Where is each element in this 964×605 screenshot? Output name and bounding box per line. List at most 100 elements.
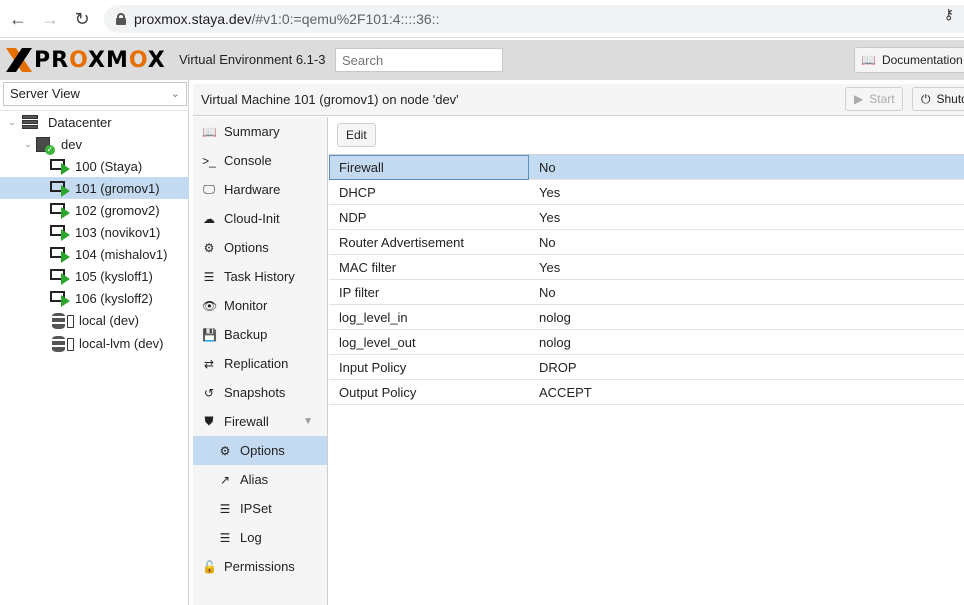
nav-item-label: Options — [240, 443, 285, 458]
option-value: Yes — [539, 184, 561, 200]
nav-item-label: Monitor — [224, 298, 268, 313]
desktop-icon: 🖵 — [203, 182, 215, 196]
logo-text: PROXMOX — [34, 47, 166, 73]
app-header: PROXMOX Virtual Environment 6.1-3 📖 Docu… — [0, 40, 964, 80]
gear-icon: ⚙ — [219, 443, 231, 458]
edit-button[interactable]: Edit — [337, 123, 376, 147]
nav-item-console[interactable]: >_ Console — [193, 146, 327, 175]
option-value: ACCEPT — [539, 384, 592, 400]
nav-item-label: IPSet — [240, 501, 272, 516]
reload-icon[interactable]: ↻ — [70, 7, 94, 31]
tree-item-label: local-lvm (dev) — [79, 336, 164, 351]
nav-item-options[interactable]: ⚙ Options — [193, 233, 327, 262]
nav-item-monitor[interactable]: 👁 Monitor — [193, 291, 327, 320]
firewall-options-panel: Edit Firewall No DHCP Yes NDP Yes Router Adver… — [329, 117, 964, 605]
play-icon: ▶ — [854, 92, 864, 106]
nav-item-backup[interactable]: 💾 Backup — [193, 320, 327, 349]
grid-row[interactable]: DHCP Yes — [329, 180, 964, 205]
edit-label: Edit — [346, 128, 367, 142]
eye-icon: 👁 — [202, 298, 218, 313]
url-text: proxmox.staya.dev/#v1:0:=qemu%2F101:4:::… — [134, 11, 439, 27]
start-button[interactable]: ▶ Start — [845, 87, 903, 111]
chevron-down-icon: ⌄ — [170, 88, 180, 100]
caret-down-icon[interactable]: ▼ — [303, 416, 313, 427]
tree-item-vm[interactable]: 103 (novikov1) — [0, 221, 189, 243]
view-select[interactable]: Server View ⌄ — [3, 82, 187, 106]
grid-row[interactable]: log_level_in nolog — [329, 305, 964, 330]
history-icon: ↺ — [203, 385, 215, 400]
forward-arrow-icon[interactable]: → — [38, 7, 62, 31]
options-grid: Firewall No DHCP Yes NDP Yes Router Advertisem… — [329, 154, 964, 405]
nav-item-options-sub[interactable]: ⚙ Options — [193, 436, 327, 465]
documentation-button[interactable]: 📖 Documentation — [854, 47, 964, 73]
nav-item-label: Backup — [224, 327, 268, 342]
option-name: Router Advertisement — [339, 234, 465, 250]
storage-icon — [52, 312, 74, 329]
tree-item-vm[interactable]: 106 (kysloff2) — [0, 287, 189, 309]
option-value: DROP — [539, 359, 577, 375]
nav-item-replication[interactable]: ⇄ Replication — [193, 349, 327, 378]
tree-item-datacenter[interactable]: ⌄ Datacenter — [0, 111, 189, 133]
option-value: Yes — [539, 209, 561, 225]
grid-row[interactable]: Output Policy ACCEPT — [329, 380, 964, 405]
option-value: No — [539, 284, 556, 300]
nav-item-label: Log — [240, 530, 262, 545]
nav-item-task-history[interactable]: ☰ Task History — [193, 262, 327, 291]
nav-item-permissions[interactable]: 🔓 Permissions — [193, 552, 327, 581]
nav-item-log-sub[interactable]: ☰ Log — [193, 523, 327, 552]
grid-row[interactable]: Firewall No — [329, 154, 964, 180]
nav-item-snapshots[interactable]: ↺ Snapshots — [193, 378, 327, 407]
option-name: log_level_in — [339, 309, 408, 325]
grid-row[interactable]: NDP Yes — [329, 205, 964, 230]
grid-row[interactable]: Input Policy DROP — [329, 355, 964, 380]
vm-running-icon — [50, 247, 70, 263]
shutdown-button[interactable]: ⏻ Shutdown — [912, 87, 964, 111]
grid-row[interactable]: log_level_out nolog — [329, 330, 964, 355]
grid-row[interactable]: MAC filter Yes — [329, 255, 964, 280]
version-label: Virtual Environment 6.1-3 — [179, 52, 326, 67]
nav-item-hardware[interactable]: 🖵 Hardware — [193, 175, 327, 204]
tree-item-label: 106 (kysloff2) — [75, 290, 153, 306]
nav-item-label: Snapshots — [224, 385, 286, 400]
collapse-toggle-icon[interactable]: ⌄ — [6, 117, 18, 128]
nav-item-ipset-sub[interactable]: ☰ IPSet — [193, 494, 327, 523]
tree-item-vm[interactable]: 100 (Staya) — [0, 155, 189, 177]
option-value: No — [539, 234, 556, 250]
nav-item-cloud-init[interactable]: ☁ Cloud-Init — [193, 204, 327, 233]
list-ol-icon: ☰ — [219, 501, 231, 516]
shutdown-label: Shutdown — [936, 92, 964, 106]
tree-item-storage[interactable]: local (dev) — [0, 309, 189, 332]
grid-toolbar: Edit — [329, 117, 964, 155]
tree-item-node[interactable]: ⌄ ✓ dev — [0, 133, 189, 155]
external-link-icon: ↗ — [219, 472, 231, 487]
nav-item-label: Console — [224, 153, 272, 168]
datacenter-icon — [22, 115, 38, 129]
tree-item-vm[interactable]: 105 (kysloff1) — [0, 265, 189, 287]
back-arrow-icon[interactable]: ← — [6, 7, 30, 31]
tree-item-label: 104 (mishalov1) — [75, 246, 168, 262]
nav-item-firewall[interactable]: ⛊ Firewall ▼ — [193, 407, 327, 436]
node-online-icon: ✓ — [36, 136, 55, 155]
nav-item-summary[interactable]: 📖 Summary — [193, 117, 327, 146]
shield-icon: ⛊ — [204, 414, 214, 428]
tree-item-vm[interactable]: 102 (gromov2) — [0, 199, 189, 221]
browser-toolbar: ← → ↻ proxmox.staya.dev/#v1:0:=qemu%2F10… — [0, 0, 964, 38]
nav-item-alias-sub[interactable]: ↗ Alias — [193, 465, 327, 494]
gear-icon: ⚙ — [203, 240, 215, 255]
nav-item-label: Permissions — [224, 559, 295, 574]
grid-row[interactable]: Router Advertisement No — [329, 230, 964, 255]
tree-item-vm[interactable]: 101 (gromov1) — [0, 177, 189, 199]
content-header: Virtual Machine 101 (gromov1) on node 'd… — [193, 84, 964, 116]
tree-item-storage[interactable]: local-lvm (dev) — [0, 332, 189, 355]
tree-item-vm[interactable]: 104 (mishalov1) — [0, 243, 189, 265]
nav-item-label: Options — [224, 240, 269, 255]
collapse-toggle-icon[interactable]: ⌄ — [22, 139, 34, 150]
search-input[interactable] — [335, 48, 503, 72]
resource-tree: ⌄ Datacenter ⌄ ✓ dev 100 (Staya) 101 (gro… — [0, 110, 189, 355]
key-icon[interactable]: ⚷ — [944, 6, 954, 23]
address-bar[interactable]: proxmox.staya.dev/#v1:0:=qemu%2F101:4:::… — [104, 5, 964, 33]
terminal-icon: >_ — [202, 153, 216, 168]
grid-row[interactable]: IP filter No — [329, 280, 964, 305]
url-path: /#v1:0:=qemu%2F101:4::::36:: — [251, 11, 440, 27]
logo-x-icon — [6, 48, 32, 72]
